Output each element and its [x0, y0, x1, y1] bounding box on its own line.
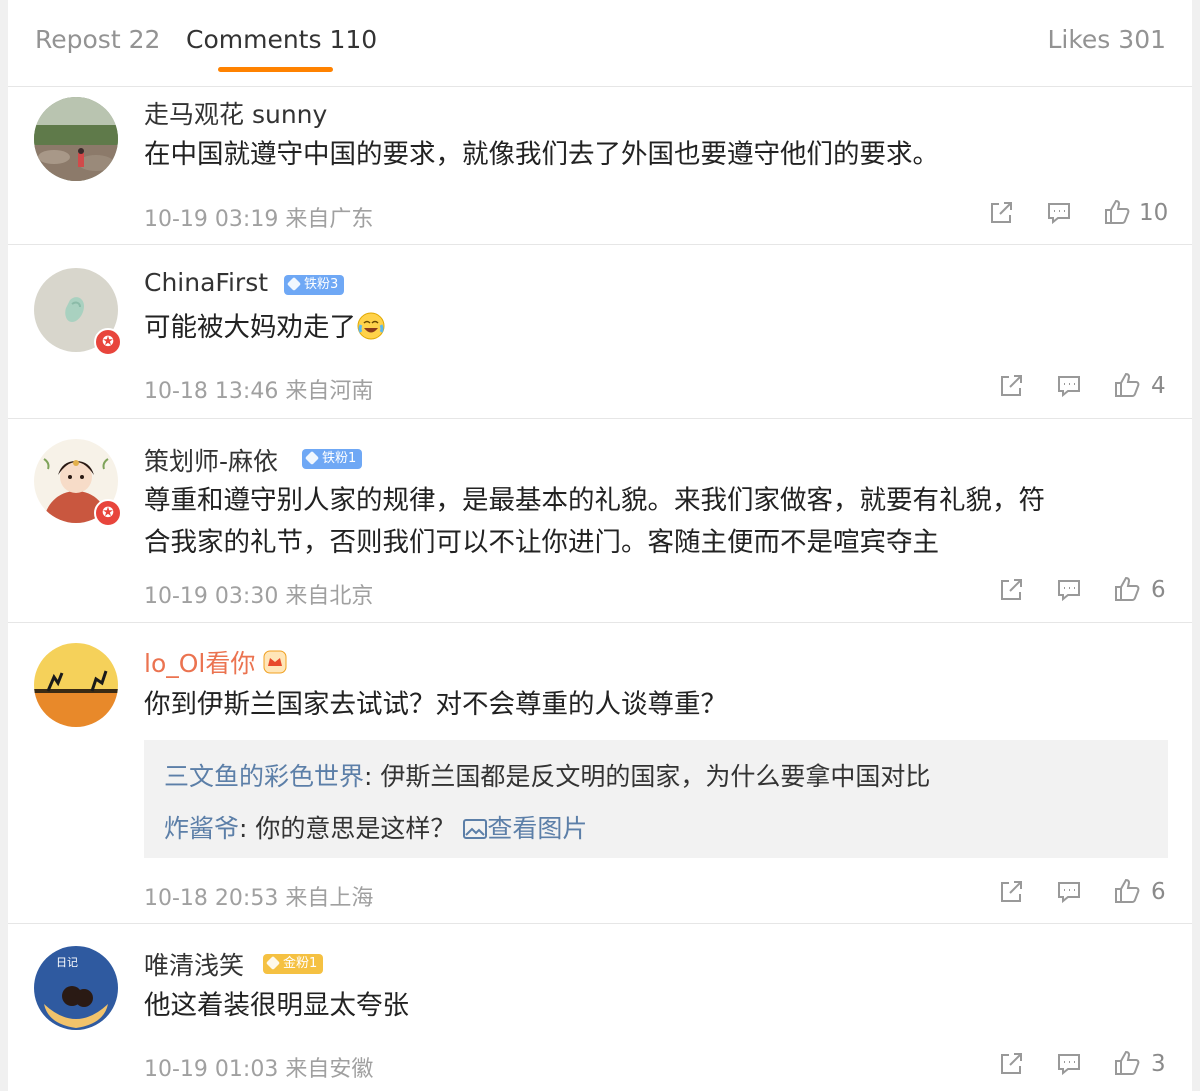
comment-text-line: 尊重和遵守别人家的规律，是最基本的礼貌。来我们家做客，就要有礼貌，符 — [144, 485, 1045, 516]
avatar[interactable] — [34, 643, 118, 727]
share-icon[interactable] — [986, 198, 1016, 228]
comment-text: 可能被大妈劝走了 — [144, 307, 386, 349]
fan-level-label: 铁粉1 — [322, 451, 357, 466]
share-icon[interactable] — [996, 877, 1026, 907]
timestamp-location: 10-19 03:19 来自广东 — [144, 207, 374, 232]
fan-level-badge: 铁粉3 — [284, 275, 345, 295]
like-icon[interactable] — [1112, 574, 1142, 604]
like-count: 4 — [1151, 373, 1166, 399]
username[interactable]: 走马观花 sunny — [144, 95, 327, 131]
like-count: 6 — [1151, 577, 1166, 603]
verified-badge-icon: ✪ — [94, 328, 122, 356]
username-text: lo_Ol看你 — [144, 649, 256, 678]
reply-text: 你的意思是这样？ — [255, 814, 456, 843]
like-icon[interactable] — [1112, 876, 1142, 906]
timestamp-location: 10-19 01:03 来自安徽 — [144, 1057, 374, 1082]
comment-icon[interactable] — [1054, 371, 1084, 401]
avatar[interactable] — [34, 97, 118, 181]
reply-username[interactable]: 炸酱爷 — [164, 814, 239, 843]
fan-level-label: 铁粉3 — [304, 277, 339, 292]
comment-item: lo_Ol看你 你到伊斯兰国家去试试？对不会尊重的人谈尊重？ 三文鱼的彩色世界:… — [8, 623, 1192, 924]
reply-item: 三文鱼的彩色世界: 伊斯兰国都是反文明的国家，为什么要拿中国对比 — [164, 762, 931, 791]
comment-text: 在中国就遵守中国的要求，就像我们去了外国也要遵守他们的要求。 — [144, 139, 939, 170]
username[interactable]: 唯清浅笑 — [144, 946, 244, 982]
svg-text:日记: 日记 — [56, 956, 78, 969]
view-image-label: 查看图片 — [487, 814, 588, 843]
share-icon[interactable] — [996, 1049, 1026, 1079]
fan-level-badge: 铁粉1 — [302, 449, 363, 469]
reply-username[interactable]: 三文鱼的彩色世界 — [164, 762, 364, 791]
like-icon[interactable] — [1112, 370, 1142, 400]
comment-icon[interactable] — [1054, 1049, 1084, 1079]
avatar[interactable]: 日记 — [34, 946, 118, 1030]
username[interactable]: 策划师-麻依 — [144, 442, 278, 478]
like-icon[interactable] — [1112, 1048, 1142, 1078]
like-count: 6 — [1151, 879, 1166, 905]
tab-bar: Repost 22 Comments 110 Likes 301 — [8, 0, 1192, 87]
left-gutter — [0, 0, 8, 1091]
fan-level-label: 金粉1 — [283, 956, 318, 971]
reply-text: 伊斯兰国都是反文明的国家，为什么要拿中国对比 — [380, 762, 931, 791]
username[interactable]: lo_Ol看你 — [144, 644, 287, 680]
reply-item: 炸酱爷: 你的意思是这样？ 查看图片 — [164, 814, 588, 843]
laugh-cry-icon — [357, 312, 385, 340]
diamond-icon — [265, 955, 281, 971]
timestamp-location: 10-18 20:53 来自上海 — [144, 886, 374, 911]
comment-item: 日记 唯清浅笑 金粉1 他这着装很明显太夸张 10-19 01:03 来自安徽 … — [8, 924, 1192, 1091]
comment-text: 他这着装很明显太夸张 — [144, 990, 409, 1021]
comment-icon[interactable] — [1054, 877, 1084, 907]
comment-icon[interactable] — [1054, 575, 1084, 605]
share-icon[interactable] — [996, 371, 1026, 401]
fan-level-badge: 金粉1 — [263, 954, 324, 974]
share-icon[interactable] — [996, 575, 1026, 605]
diamond-icon — [304, 450, 320, 466]
comment-text-line: 合我家的礼节，否则我们可以不让你进门。客随主便而不是喧宾夺主 — [144, 527, 939, 558]
timestamp-location: 10-18 13:46 来自河南 — [144, 379, 374, 404]
comment-icon[interactable] — [1044, 198, 1074, 228]
replies-box: 三文鱼的彩色世界: 伊斯兰国都是反文明的国家，为什么要拿中国对比 炸酱爷: 你的… — [144, 740, 1168, 858]
vip-crown-icon — [263, 650, 287, 674]
timestamp-location: 10-19 03:30 来自北京 — [144, 584, 374, 609]
diamond-icon — [286, 276, 302, 292]
tab-repost[interactable]: Repost 22 — [35, 25, 160, 54]
active-tab-indicator — [218, 67, 333, 72]
username[interactable]: ChinaFirst — [144, 268, 268, 297]
tab-comments[interactable]: Comments 110 — [186, 25, 377, 54]
like-count: 3 — [1151, 1051, 1166, 1077]
verified-badge-icon: ✪ — [94, 499, 122, 527]
like-icon[interactable] — [1102, 197, 1132, 227]
comment-text-content: 可能被大妈劝走了 — [144, 312, 356, 343]
image-icon — [463, 819, 488, 839]
comment-item: ✪ ChinaFirst 铁粉3 可能被大妈劝走了 10-18 13:46 来自… — [8, 245, 1192, 419]
comment-text: 你到伊斯兰国家去试试？对不会尊重的人谈尊重？ — [144, 689, 727, 720]
tab-likes[interactable]: Likes 301 — [1047, 25, 1166, 54]
comment-item: 走马观花 sunny 在中国就遵守中国的要求，就像我们去了外国也要遵守他们的要求… — [8, 87, 1192, 245]
like-count: 10 — [1139, 200, 1169, 226]
right-gutter — [1192, 0, 1200, 1091]
comment-item: ✪ 策划师-麻依 铁粉1 尊重和遵守别人家的规律，是最基本的礼貌。来我们家做客，… — [8, 419, 1192, 623]
view-image-link[interactable]: 查看图片 — [463, 814, 587, 843]
